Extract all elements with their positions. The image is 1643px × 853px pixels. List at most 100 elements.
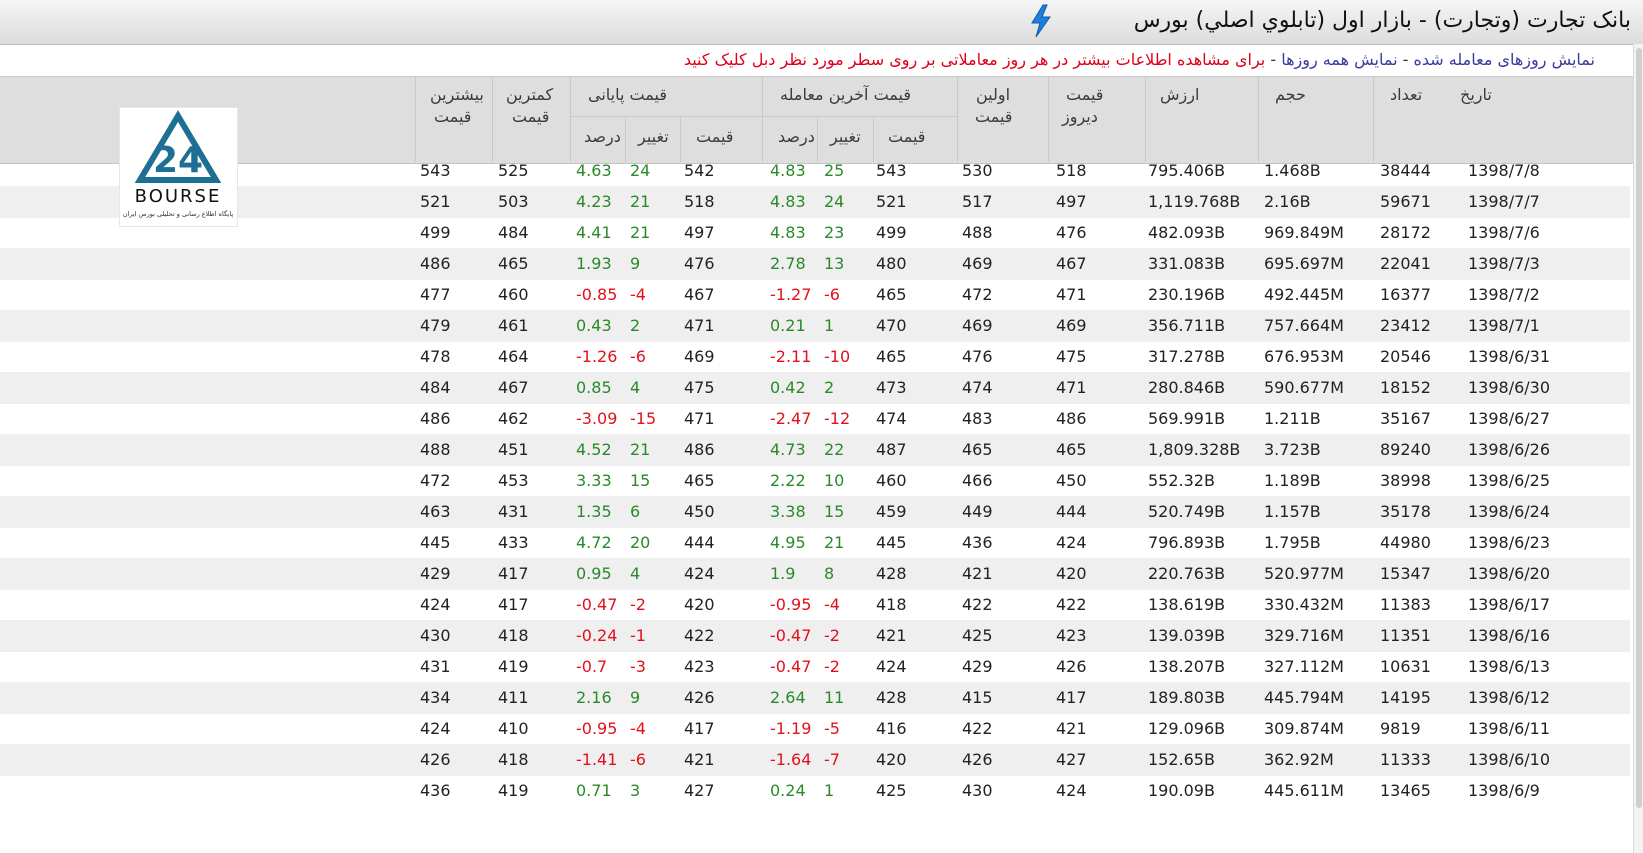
col-header-last-percent[interactable]: درصد xyxy=(778,126,815,148)
col-header-low[interactable]: کمترین xyxy=(506,84,553,106)
table-row[interactable]: 1398/6/10 11333 362.92M 152.65B 427 426 420 -7-… xyxy=(0,744,1630,776)
cell-yesterday-price: 417 xyxy=(1056,688,1087,707)
col-header-low[interactable]: قیمت xyxy=(512,106,549,128)
col-header-last-price[interactable]: قیمت xyxy=(888,126,925,148)
cell-close-price: 417 xyxy=(684,719,715,738)
cell-close-change: 9 xyxy=(630,254,641,273)
col-header-high[interactable]: بیشترین xyxy=(430,84,484,106)
cell-volume: 1.189B xyxy=(1264,471,1321,490)
col-header-volume[interactable]: حجم xyxy=(1275,84,1306,106)
col-header-high[interactable]: قیمت xyxy=(434,106,471,128)
cell-last-change: 15 xyxy=(824,502,845,521)
cell-close-price: 465 xyxy=(684,471,715,490)
cell-close-percent: 4.52 xyxy=(576,440,612,459)
cell-high-price: 463 xyxy=(420,502,451,521)
table-row[interactable]: 1398/7/2 16377 492.445M 230.196B 471 472 465 -6… xyxy=(0,279,1630,311)
col-header-yesterday[interactable]: قیمت xyxy=(1066,84,1103,106)
cell-close-percent: 0.43 xyxy=(576,316,612,335)
table-row[interactable]: 1398/6/16 11351 329.716M 139.039B 423 425 421 -… xyxy=(0,620,1630,652)
col-header-last-change[interactable]: تغییر xyxy=(830,126,861,148)
col-header-last-trade[interactable]: قیمت آخرین معامله xyxy=(780,84,911,106)
scrollbar-thumb[interactable] xyxy=(1636,48,1642,808)
info-line: نمایش روزهای معامله شده - نمایش همه روزه… xyxy=(684,50,1595,69)
cell-value: 520.749B xyxy=(1148,502,1226,521)
table-row[interactable]: 1398/6/30 18152 590.677M 280.846B 471 474 473 2… xyxy=(0,372,1630,404)
cell-yesterday-price: 426 xyxy=(1056,657,1087,676)
cell-close-change: -1 xyxy=(630,626,646,645)
cell-first-price: 530 xyxy=(962,161,993,180)
header-divider xyxy=(1048,76,1049,162)
cell-value: 1,119.768B xyxy=(1148,192,1241,211)
cell-close-percent: 0.71 xyxy=(576,781,612,800)
cell-close-change: -2 xyxy=(630,595,646,614)
cell-count: 16377 xyxy=(1380,285,1431,304)
cell-last-price: 473 xyxy=(876,378,907,397)
cell-last-change: 22 xyxy=(824,440,845,459)
cell-close-percent: 2.16 xyxy=(576,688,612,707)
cell-last-price: 470 xyxy=(876,316,907,335)
col-header-value[interactable]: ارزش xyxy=(1160,84,1199,106)
cell-close-price: 542 xyxy=(684,161,715,180)
cell-date: 1398/6/12 xyxy=(1468,688,1551,707)
cell-yesterday-price: 475 xyxy=(1056,347,1087,366)
table-row[interactable]: 1398/6/24 35178 1.157B 520.749B 444 449 459 15 3… xyxy=(0,496,1630,528)
cell-low-price: 418 xyxy=(498,750,529,769)
cell-last-percent: -1.27 xyxy=(770,285,812,304)
table-row[interactable]: 1398/6/12 14195 445.794M 189.803B 417 415 428 1… xyxy=(0,682,1630,714)
col-header-first[interactable]: اولین xyxy=(976,84,1010,106)
cell-high-price: 477 xyxy=(420,285,451,304)
cell-count: 23412 xyxy=(1380,316,1431,335)
cell-last-percent: -2.11 xyxy=(770,347,812,366)
col-header-close-change[interactable]: تغییر xyxy=(638,126,669,148)
bourse24-logo-mark: 24 BOURSE پایگاه اطلاع رسانی و تحلیلی بو… xyxy=(123,110,233,218)
lightning-bolt-icon xyxy=(1031,4,1051,38)
cell-count: 13465 xyxy=(1380,781,1431,800)
cell-first-price: 472 xyxy=(962,285,993,304)
table-row[interactable]: 1398/7/7 59671 2.16B 1,119.768B 497 517 521 24 4… xyxy=(0,186,1630,218)
col-header-date[interactable]: تاریخ xyxy=(1460,84,1492,106)
cell-last-percent: 4.83 xyxy=(770,161,806,180)
table-row[interactable]: 1398/7/8 38444 1.468B 795.406B 518 530 543 25 4.… xyxy=(0,155,1630,187)
cell-last-change: 11 xyxy=(824,688,845,707)
cell-last-percent: 0.42 xyxy=(770,378,806,397)
table-row[interactable]: 1398/6/25 38998 1.189B 552.32B 450 466 460 10 2.… xyxy=(0,465,1630,497)
cell-yesterday-price: 427 xyxy=(1056,750,1087,769)
cell-date: 1398/7/3 xyxy=(1468,254,1540,273)
table-row[interactable]: 1398/6/31 20546 676.953M 317.278B 475 476 465 -… xyxy=(0,341,1630,373)
table-row[interactable]: 1398/6/27 35167 1.211B 569.991B 486 483 474 -12… xyxy=(0,403,1630,435)
table-row[interactable]: 1398/6/17 11383 330.432M 138.619B 422 422 418 -… xyxy=(0,589,1630,621)
table-row[interactable]: 1398/6/20 15347 520.977M 220.763B 420 421 428 8… xyxy=(0,558,1630,590)
cell-yesterday-price: 423 xyxy=(1056,626,1087,645)
vertical-scrollbar[interactable] xyxy=(1633,44,1643,853)
cell-date: 1398/6/13 xyxy=(1468,657,1551,676)
double-click-hint: برای مشاهده اطلاعات بیشتر در هر روز معام… xyxy=(683,50,1266,69)
cell-date: 1398/6/26 xyxy=(1468,440,1551,459)
col-header-count[interactable]: تعداد xyxy=(1390,84,1422,106)
table-row[interactable]: 1398/6/9 13465 445.611M 190.09B 424 430 425 1 0.… xyxy=(0,775,1630,807)
show-traded-days-link[interactable]: نمایش روزهای معامله شده xyxy=(1414,50,1596,69)
cell-close-change: -4 xyxy=(630,719,646,738)
table-row[interactable]: 1398/6/26 89240 3.723B 1,809.328B 465 465 487 2… xyxy=(0,434,1630,466)
col-header-first[interactable]: قیمت xyxy=(975,106,1012,128)
table-row[interactable]: 1398/6/23 44980 1.795B 796.893B 424 436 445 21 4… xyxy=(0,527,1630,559)
col-header-close-price[interactable]: قیمت xyxy=(696,126,733,148)
table-row[interactable]: 1398/7/1 23412 757.664M 356.711B 469 469 470 1 0… xyxy=(0,310,1630,342)
cell-count: 11333 xyxy=(1380,750,1431,769)
table-row[interactable]: 1398/6/13 10631 327.112M 138.207B 426 429 424 -… xyxy=(0,651,1630,683)
col-header-closing[interactable]: قیمت پایانی xyxy=(588,84,667,106)
cell-first-price: 476 xyxy=(962,347,993,366)
table-row[interactable]: 1398/7/6 28172 969.849M 482.093B 476 488 499 23… xyxy=(0,217,1630,249)
cell-close-percent: -0.95 xyxy=(576,719,618,738)
col-header-close-percent[interactable]: درصد xyxy=(584,126,621,148)
cell-low-price: 417 xyxy=(498,564,529,583)
cell-last-price: 420 xyxy=(876,750,907,769)
table-row[interactable]: 1398/7/3 22041 695.697M 331.083B 467 469 480 13… xyxy=(0,248,1630,280)
cell-low-price: 525 xyxy=(498,161,529,180)
cell-low-price: 418 xyxy=(498,626,529,645)
cell-last-price: 421 xyxy=(876,626,907,645)
show-all-days-link[interactable]: نمایش همه روزها xyxy=(1281,50,1397,69)
col-header-yesterday[interactable]: دیروز xyxy=(1062,106,1098,128)
cell-close-percent: -0.85 xyxy=(576,285,618,304)
cell-high-price: 521 xyxy=(420,192,451,211)
table-row[interactable]: 1398/6/11 9819 309.874M 129.096B 421 422 416 -5… xyxy=(0,713,1630,745)
